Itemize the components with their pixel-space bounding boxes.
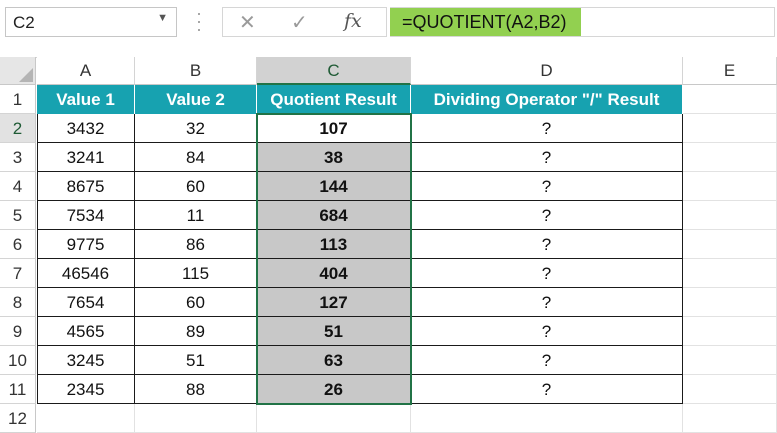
cell-e2[interactable] xyxy=(683,114,777,143)
row-header-6[interactable]: 6 xyxy=(0,230,36,259)
row-header-3[interactable]: 3 xyxy=(0,143,36,172)
table-cell-d8[interactable]: ? xyxy=(411,288,683,317)
formula-input[interactable]: =QUOTIENT(A2,B2) xyxy=(390,7,775,37)
header-cell-a[interactable]: Value 1 xyxy=(37,85,135,114)
row-header-4[interactable]: 4 xyxy=(0,172,36,201)
cell-c12[interactable] xyxy=(257,404,411,433)
table-cell-b5[interactable]: 11 xyxy=(135,201,257,230)
cell-e10[interactable] xyxy=(683,346,777,375)
table-cell-d2[interactable]: ? xyxy=(411,114,683,143)
table-cell-d7[interactable]: ? xyxy=(411,259,683,288)
row-header-5[interactable]: 5 xyxy=(0,201,36,230)
cell-e11[interactable] xyxy=(683,375,777,404)
table-cell-d4[interactable]: ? xyxy=(411,172,683,201)
table-cell-b6[interactable]: 86 xyxy=(135,230,257,259)
table-cell-a9[interactable]: 4565 xyxy=(37,317,135,346)
table-cell-a3[interactable]: 3241 xyxy=(37,143,135,172)
table-left-border xyxy=(37,114,38,404)
table-cell-c3[interactable]: 38 xyxy=(257,143,411,172)
function-icon[interactable]: fx xyxy=(344,10,362,32)
column-header-d[interactable]: D xyxy=(411,57,683,85)
table-cell-a4[interactable]: 8675 xyxy=(37,172,135,201)
table-cell-a7[interactable]: 46546 xyxy=(37,259,135,288)
table-cell-a2[interactable]: 3432 xyxy=(37,114,135,143)
table-cell-d6[interactable]: ? xyxy=(411,230,683,259)
header-cell-b[interactable]: Value 2 xyxy=(135,85,257,114)
cell-a12[interactable] xyxy=(37,404,135,433)
table-cell-b9[interactable]: 89 xyxy=(135,317,257,346)
table-cell-c6[interactable]: 113 xyxy=(257,230,411,259)
table-cell-d5[interactable]: ? xyxy=(411,201,683,230)
cell-e3[interactable] xyxy=(683,143,777,172)
row-header-8[interactable]: 8 xyxy=(0,288,36,317)
table-cell-c11[interactable]: 26 xyxy=(257,375,411,404)
cancel-icon[interactable]: ✕ xyxy=(239,10,256,35)
column-header-a[interactable]: A xyxy=(37,57,135,85)
more-options-icon[interactable]: · · · xyxy=(196,4,202,38)
table-cell-b4[interactable]: 60 xyxy=(135,172,257,201)
header-cell-c[interactable]: Quotient Result xyxy=(257,85,411,114)
table-cell-c10[interactable]: 63 xyxy=(257,346,411,375)
cell-b12[interactable] xyxy=(135,404,257,433)
table-cell-d10[interactable]: ? xyxy=(411,346,683,375)
table-cell-b3[interactable]: 84 xyxy=(135,143,257,172)
row-header-12[interactable]: 12 xyxy=(0,404,36,433)
cell-e7[interactable] xyxy=(683,259,777,288)
table-cell-c5[interactable]: 684 xyxy=(257,201,411,230)
table-cell-a10[interactable]: 3245 xyxy=(37,346,135,375)
table-cell-c4[interactable]: 144 xyxy=(257,172,411,201)
enter-icon[interactable]: ✓ xyxy=(291,10,308,35)
row-header-11[interactable]: 11 xyxy=(0,375,36,404)
cell-e6[interactable] xyxy=(683,230,777,259)
cell-e4[interactable] xyxy=(683,172,777,201)
table-cell-b10[interactable]: 51 xyxy=(135,346,257,375)
row-header-7[interactable]: 7 xyxy=(0,259,36,288)
chevron-down-icon[interactable]: ▼ xyxy=(157,12,168,24)
table-cell-c8[interactable]: 127 xyxy=(257,288,411,317)
select-all-button[interactable] xyxy=(0,57,36,85)
row-header-1[interactable]: 1 xyxy=(0,85,36,114)
cell-e12[interactable] xyxy=(683,404,777,433)
table-cell-a5[interactable]: 7534 xyxy=(37,201,135,230)
table-cell-b8[interactable]: 60 xyxy=(135,288,257,317)
table-cell-a6[interactable]: 9775 xyxy=(37,230,135,259)
header-cell-d[interactable]: Dividing Operator "/" Result xyxy=(411,85,683,114)
row-header-2[interactable]: 2 xyxy=(0,114,36,143)
row-header-9[interactable]: 9 xyxy=(0,317,36,346)
cell-e9[interactable] xyxy=(683,317,777,346)
table-cell-c9[interactable]: 51 xyxy=(257,317,411,346)
formula-text: =QUOTIENT(A2,B2) xyxy=(390,8,581,36)
cell-e8[interactable] xyxy=(683,288,777,317)
table-cell-d11[interactable]: ? xyxy=(411,375,683,404)
table-cell-b2[interactable]: 32 xyxy=(135,114,257,143)
table-cell-a8[interactable]: 7654 xyxy=(37,288,135,317)
formula-bar-separator xyxy=(0,44,777,58)
table-cell-a11[interactable]: 2345 xyxy=(37,375,135,404)
cell-e1[interactable] xyxy=(683,85,777,114)
table-cell-b11[interactable]: 88 xyxy=(135,375,257,404)
column-header-b[interactable]: B xyxy=(135,57,257,85)
table-cell-c2[interactable]: 107 xyxy=(257,114,411,143)
name-box-value: C2 xyxy=(13,13,35,32)
formula-bar: C2 ▼ · · · ✕ ✓ fx =QUOTIENT(A2,B2) xyxy=(0,0,777,44)
table-cell-b7[interactable]: 115 xyxy=(135,259,257,288)
table-cell-d3[interactable]: ? xyxy=(411,143,683,172)
column-header-e[interactable]: E xyxy=(683,57,777,85)
row-header-10[interactable]: 10 xyxy=(0,346,36,375)
formula-buttons: ✕ ✓ fx xyxy=(222,7,387,37)
table-cell-c7[interactable]: 404 xyxy=(257,259,411,288)
cell-d12[interactable] xyxy=(411,404,683,433)
column-header-c[interactable]: C xyxy=(257,57,411,85)
cell-e5[interactable] xyxy=(683,201,777,230)
name-box[interactable]: C2 ▼ xyxy=(5,7,177,37)
table-cell-d9[interactable]: ? xyxy=(411,317,683,346)
